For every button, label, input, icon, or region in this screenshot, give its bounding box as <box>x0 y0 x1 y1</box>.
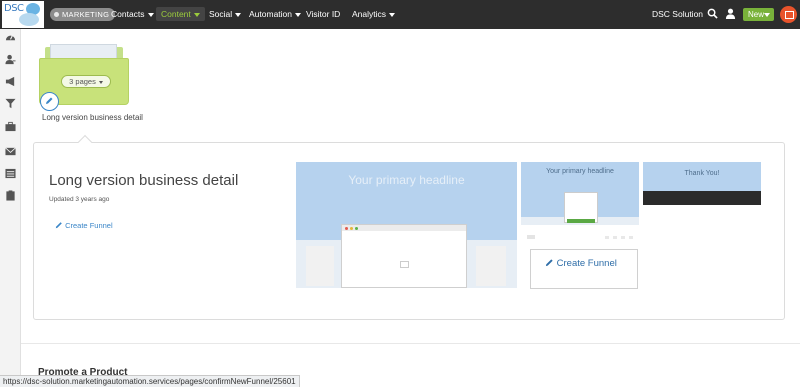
thank-you-page-preview[interactable]: Thank You! <box>643 162 761 205</box>
contacts-icon[interactable] <box>5 54 16 65</box>
landing-page-preview[interactable]: Your primary headline <box>296 162 517 288</box>
preview-placeholder-lines <box>527 235 633 239</box>
create-funnel-card[interactable] <box>530 249 638 289</box>
image-placeholder-icon <box>400 261 409 268</box>
nav-analytics[interactable]: Analytics <box>352 9 396 19</box>
edit-funnel-button[interactable] <box>40 92 59 111</box>
marketing-badge[interactable]: MARKETING <box>50 8 116 21</box>
filter-icon[interactable] <box>5 98 16 109</box>
sidebar <box>0 29 21 387</box>
new-button[interactable]: New <box>743 8 774 21</box>
nav-content[interactable]: Content <box>156 7 205 21</box>
briefcase-icon[interactable] <box>5 121 16 132</box>
envelope-icon[interactable] <box>5 146 16 157</box>
create-funnel-card-label[interactable]: Create Funnel <box>545 258 617 269</box>
calendar-icon[interactable] <box>780 6 797 23</box>
chevron-down-icon <box>295 12 301 17</box>
megaphone-icon[interactable] <box>5 76 16 87</box>
user-icon[interactable] <box>725 8 736 19</box>
logo[interactable]: DSC <box>2 1 44 28</box>
pages-dropdown[interactable]: 3 pages <box>61 75 111 88</box>
clipboard-icon[interactable] <box>5 190 16 201</box>
chevron-down-icon <box>98 80 103 84</box>
pencil-icon <box>46 97 53 104</box>
nav-social[interactable]: Social <box>209 9 242 19</box>
preview-headline: Your primary headline <box>348 173 465 187</box>
search-icon[interactable] <box>707 8 718 19</box>
funnel-name: Long version business detail <box>42 113 143 122</box>
account-name[interactable]: DSC Solution <box>652 9 703 19</box>
list-icon[interactable] <box>5 168 16 179</box>
preview-headline: Thank You! <box>684 170 720 177</box>
logo-text: DSC <box>4 3 24 14</box>
preview-headline: Your primary headline <box>546 168 614 175</box>
dashboard-icon[interactable] <box>5 32 16 43</box>
pencil-icon <box>545 259 553 267</box>
browser-mockup <box>341 224 467 288</box>
pencil-icon <box>55 222 62 229</box>
chevron-down-icon <box>764 13 770 17</box>
chevron-down-icon <box>193 12 200 17</box>
nav-automation[interactable]: Automation <box>249 9 301 19</box>
chevron-down-icon <box>389 12 396 17</box>
chevron-down-icon <box>147 12 154 17</box>
nav-contacts[interactable]: Contacts <box>111 9 154 19</box>
top-nav: DSC MARKETING Contacts Content Social Au… <box>0 0 800 29</box>
optin-page-preview[interactable]: Your primary headline <box>521 162 639 225</box>
nav-visitor-id[interactable]: Visitor ID <box>306 9 340 19</box>
status-bar-url: https://dsc-solution.marketingautomation… <box>0 375 300 387</box>
detail-title: Long version business detail <box>49 172 239 189</box>
chevron-down-icon <box>235 12 242 17</box>
updated-timestamp: Updated 3 years ago <box>49 196 110 203</box>
create-funnel-link[interactable]: Create Funnel <box>55 221 113 230</box>
